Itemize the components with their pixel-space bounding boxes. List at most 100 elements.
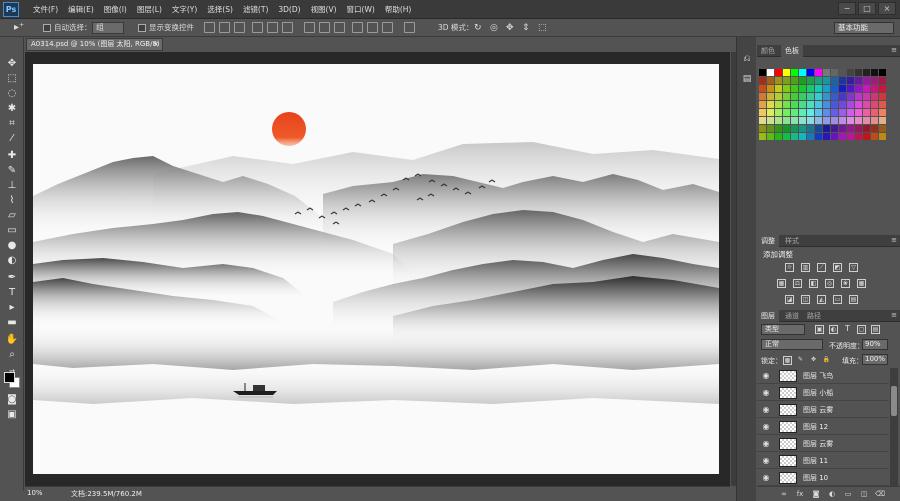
color-swatch[interactable] bbox=[831, 69, 838, 76]
color-swatch[interactable] bbox=[783, 77, 790, 84]
color-swatch[interactable] bbox=[783, 85, 790, 92]
color-swatch[interactable] bbox=[863, 133, 870, 140]
auto-align-icon[interactable] bbox=[404, 22, 415, 33]
3d-slide-icon[interactable]: ⇕ bbox=[522, 22, 530, 34]
color-swatch[interactable] bbox=[823, 93, 830, 100]
color-swatch[interactable] bbox=[871, 85, 878, 92]
add-mask-icon[interactable]: ◙ bbox=[811, 489, 821, 499]
layer-row[interactable]: ◉ 图层 小船 bbox=[757, 385, 889, 401]
color-swatch[interactable] bbox=[863, 93, 870, 100]
color-swatch[interactable] bbox=[855, 93, 862, 100]
color-swatch[interactable] bbox=[855, 77, 862, 84]
menu-help[interactable]: 帮助(H) bbox=[380, 0, 417, 19]
color-swatch[interactable] bbox=[783, 93, 790, 100]
canvas-area[interactable] bbox=[25, 52, 730, 486]
curves-icon[interactable]: ⟋ bbox=[817, 263, 826, 272]
type-tool-icon[interactable]: T bbox=[5, 286, 19, 300]
invert-icon[interactable]: ◪ bbox=[785, 295, 794, 304]
filter-pixel-icon[interactable]: ▣ bbox=[815, 325, 824, 334]
visibility-eye-icon[interactable]: ◉ bbox=[761, 456, 771, 466]
color-swatch[interactable] bbox=[855, 69, 862, 76]
color-swatch[interactable] bbox=[863, 77, 870, 84]
color-swatch[interactable] bbox=[855, 85, 862, 92]
dodge-tool-icon[interactable]: ◐ bbox=[5, 254, 19, 268]
eraser-tool-icon[interactable]: ▱ bbox=[5, 209, 19, 223]
screen-mode-icon[interactable]: ▣ bbox=[5, 408, 19, 422]
align-vcenter-icon[interactable] bbox=[219, 22, 230, 33]
menu-layer[interactable]: 图层(L) bbox=[132, 0, 167, 19]
filter-smart-icon[interactable]: ▤ bbox=[871, 325, 880, 334]
color-swatch[interactable] bbox=[807, 117, 814, 124]
color-swatch[interactable] bbox=[775, 125, 782, 132]
hue-saturation-icon[interactable]: ▦ bbox=[777, 279, 786, 288]
move-tool-preset-icon[interactable]: ▸⁺ bbox=[14, 22, 24, 34]
zoom-tool-icon[interactable]: ⌕ bbox=[5, 348, 19, 362]
color-swatch[interactable] bbox=[839, 101, 846, 108]
color-swatch[interactable] bbox=[807, 101, 814, 108]
color-swatch[interactable] bbox=[767, 69, 774, 76]
color-swatch[interactable] bbox=[831, 77, 838, 84]
color-swatch[interactable] bbox=[879, 85, 886, 92]
color-swatch[interactable] bbox=[855, 125, 862, 132]
brush-tool-icon[interactable]: ✎ bbox=[5, 164, 19, 178]
color-swatch[interactable] bbox=[855, 133, 862, 140]
color-swatch[interactable] bbox=[855, 101, 862, 108]
color-swatch[interactable] bbox=[863, 125, 870, 132]
layer-row[interactable]: ◉ 图层 10 bbox=[757, 470, 889, 486]
color-swatch[interactable] bbox=[815, 77, 822, 84]
gradient-map-icon[interactable]: ▭ bbox=[833, 295, 842, 304]
blur-tool-icon[interactable]: ● bbox=[5, 239, 19, 253]
show-transform-checkbox[interactable]: 显示变换控件 bbox=[138, 22, 194, 34]
color-swatch[interactable] bbox=[775, 77, 782, 84]
color-balance-icon[interactable]: ⚖ bbox=[793, 279, 802, 288]
color-swatch[interactable] bbox=[831, 125, 838, 132]
color-swatch[interactable] bbox=[847, 101, 854, 108]
color-swatch[interactable] bbox=[823, 125, 830, 132]
distribute-hcenter-icon[interactable] bbox=[367, 22, 378, 33]
tab-adjustments[interactable]: 调整 bbox=[757, 235, 779, 247]
healing-brush-tool-icon[interactable]: ✚ bbox=[5, 149, 19, 163]
workspace-dropdown[interactable]: 基本功能 bbox=[834, 22, 894, 34]
photo-filter-icon[interactable]: ◎ bbox=[825, 279, 834, 288]
tab-color[interactable]: 颜色 bbox=[757, 45, 779, 57]
color-swatch[interactable] bbox=[815, 69, 822, 76]
color-swatch[interactable] bbox=[799, 93, 806, 100]
menu-filter[interactable]: 滤镜(T) bbox=[238, 0, 273, 19]
fill-input[interactable]: 100% bbox=[862, 354, 888, 365]
color-swatch[interactable] bbox=[879, 109, 886, 116]
lasso-tool-icon[interactable]: ◌ bbox=[5, 87, 19, 101]
color-swatch[interactable] bbox=[839, 133, 846, 140]
color-swatch[interactable] bbox=[847, 117, 854, 124]
color-swatch[interactable] bbox=[879, 69, 886, 76]
color-swatch[interactable] bbox=[871, 69, 878, 76]
history-brush-tool-icon[interactable]: ⌇ bbox=[5, 194, 19, 208]
visibility-eye-icon[interactable]: ◉ bbox=[761, 439, 771, 449]
color-swatch[interactable] bbox=[831, 109, 838, 116]
visibility-eye-icon[interactable]: ◉ bbox=[761, 473, 771, 483]
distribute-left-icon[interactable] bbox=[352, 22, 363, 33]
menu-file[interactable]: 文件(F) bbox=[28, 0, 63, 19]
color-swatch[interactable] bbox=[847, 133, 854, 140]
color-swatch[interactable] bbox=[807, 85, 814, 92]
color-swatch[interactable] bbox=[879, 133, 886, 140]
color-swatch[interactable] bbox=[823, 133, 830, 140]
posterize-icon[interactable]: ◫ bbox=[801, 295, 810, 304]
color-swatch[interactable] bbox=[831, 133, 838, 140]
align-left-icon[interactable] bbox=[252, 22, 263, 33]
properties-panel-icon[interactable]: ▤ bbox=[741, 73, 753, 85]
history-panel-icon[interactable]: ⎌ bbox=[741, 53, 753, 65]
color-swatch[interactable] bbox=[807, 109, 814, 116]
magic-wand-tool-icon[interactable]: ✱ bbox=[5, 102, 19, 116]
auto-select-dropdown[interactable]: 组 bbox=[92, 22, 124, 34]
color-swatch[interactable] bbox=[759, 117, 766, 124]
new-adjustment-icon[interactable]: ◐ bbox=[827, 489, 837, 499]
color-swatch[interactable] bbox=[783, 125, 790, 132]
distribute-bottom-icon[interactable] bbox=[334, 22, 345, 33]
visibility-eye-icon[interactable]: ◉ bbox=[761, 388, 771, 398]
menu-image[interactable]: 图像(I) bbox=[99, 0, 132, 19]
layer-row[interactable]: ◉ 图层 云雾 bbox=[757, 402, 889, 418]
color-swatch[interactable] bbox=[847, 125, 854, 132]
color-swatch[interactable] bbox=[799, 69, 806, 76]
eyedropper-tool-icon[interactable]: ⁄ bbox=[5, 132, 19, 146]
align-top-icon[interactable] bbox=[204, 22, 215, 33]
